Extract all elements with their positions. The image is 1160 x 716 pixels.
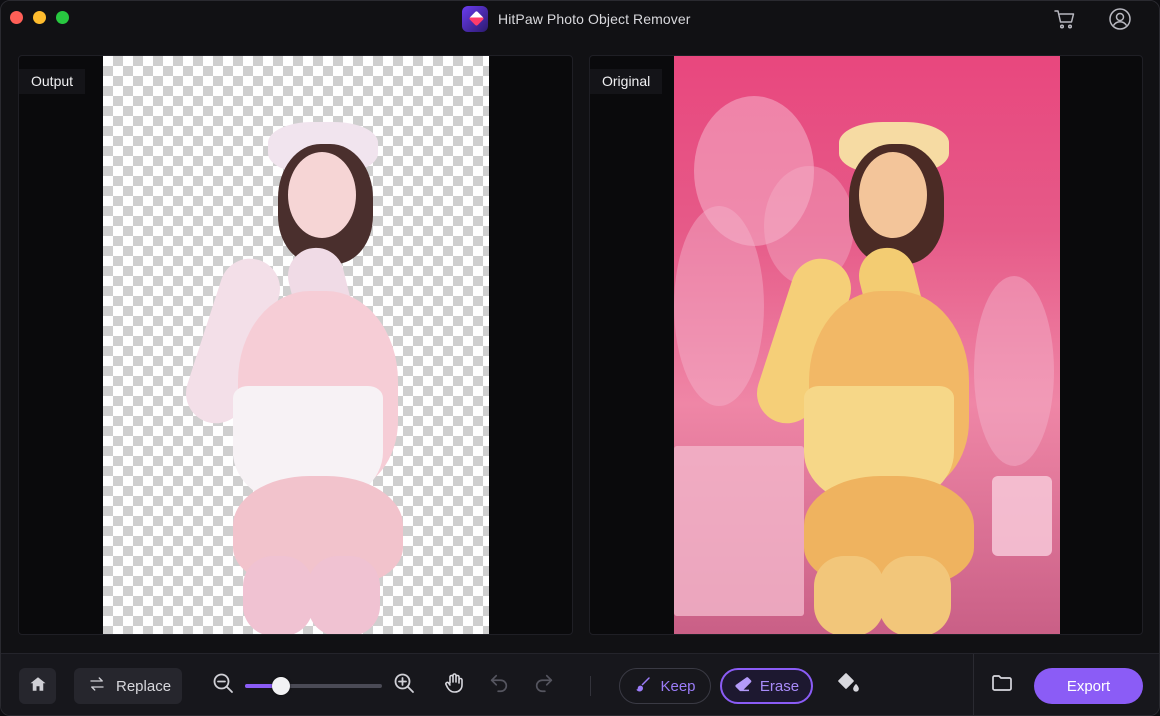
output-subject-image (103, 56, 489, 634)
title-bar: HitPaw Photo Object Remover (1, 1, 1159, 37)
home-icon (29, 675, 47, 698)
home-button[interactable] (19, 668, 56, 704)
redo-button[interactable] (531, 672, 557, 698)
bottom-toolbar: Replace Keep Erase Export (1, 653, 1159, 715)
hand-icon (442, 671, 466, 700)
zoom-out-icon (211, 671, 235, 700)
app-window: HitPaw Photo Object Remover Output Origi… (0, 0, 1160, 716)
output-label: Output (19, 69, 86, 94)
output-panel: Output (18, 55, 573, 635)
erase-button[interactable]: Erase (720, 668, 813, 704)
keep-label: Keep (660, 677, 696, 695)
toolbar-separator (973, 654, 974, 715)
cart-icon[interactable] (1053, 7, 1077, 31)
original-label: Original (590, 69, 663, 94)
user-icon[interactable] (1108, 7, 1132, 31)
zoom-slider[interactable] (245, 676, 382, 696)
output-canvas[interactable] (103, 56, 489, 634)
undo-button[interactable] (486, 672, 512, 698)
paint-bucket-icon (836, 671, 860, 700)
toolbar-divider (590, 676, 591, 696)
app-logo-icon (462, 6, 488, 32)
open-folder-button[interactable] (989, 672, 1015, 698)
erase-label: Erase (759, 677, 800, 695)
fill-bucket-button[interactable] (835, 672, 861, 698)
original-subject-image (674, 56, 1060, 634)
replace-label: Replace (116, 677, 172, 695)
swap-icon (88, 675, 106, 697)
export-button[interactable]: Export (1034, 668, 1143, 704)
keep-button[interactable]: Keep (619, 668, 711, 704)
replace-button[interactable]: Replace (74, 668, 182, 704)
redo-icon (533, 672, 555, 699)
undo-icon (488, 672, 510, 699)
close-window-button[interactable] (10, 11, 23, 24)
brush-icon (634, 675, 652, 697)
zoom-out-button[interactable] (210, 672, 236, 698)
hand-pan-button[interactable] (441, 672, 467, 698)
zoom-slider-thumb[interactable] (271, 677, 290, 695)
original-panel: Original (589, 55, 1143, 635)
maximize-window-button[interactable] (56, 11, 69, 24)
app-title: HitPaw Photo Object Remover (498, 11, 691, 27)
zoom-in-button[interactable] (391, 672, 417, 698)
minimize-window-button[interactable] (33, 11, 46, 24)
zoom-in-icon (392, 671, 416, 700)
folder-icon (990, 671, 1014, 700)
original-photo[interactable] (674, 56, 1060, 634)
eraser-icon (734, 675, 752, 697)
